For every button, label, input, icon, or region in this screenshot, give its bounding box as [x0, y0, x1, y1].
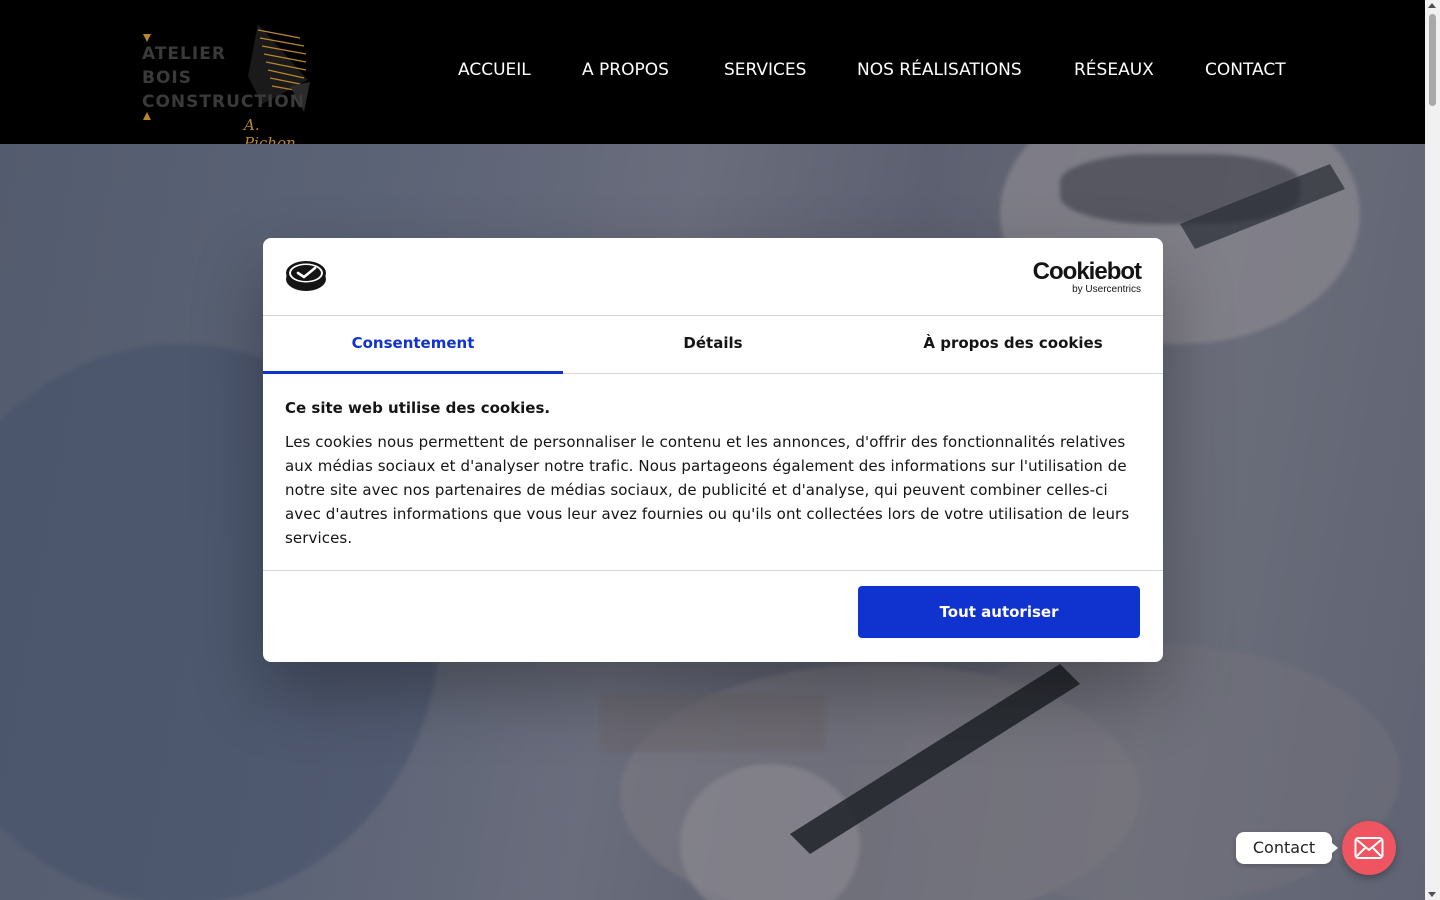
scroll-down-icon[interactable]: [1428, 892, 1436, 897]
contact-fab-label[interactable]: Contact: [1236, 832, 1338, 864]
dialog-body: Ce site web utilise des cookies. Les coo…: [285, 398, 1141, 550]
dialog-tabs: Consentement Détails À propos des cookie…: [263, 316, 1163, 374]
contact-fab-button[interactable]: [1342, 821, 1396, 875]
cookie-consent-dialog: Cookiebot by Usercentrics Consentement D…: [263, 238, 1163, 662]
scrollbar-thumb[interactable]: [1429, 14, 1436, 106]
scroll-up-icon[interactable]: [1428, 3, 1436, 8]
allow-all-button[interactable]: Tout autoriser: [858, 586, 1140, 638]
dialog-heading: Ce site web utilise des cookies.: [285, 399, 551, 417]
nav-reseaux[interactable]: RÉSEAUX: [1074, 60, 1154, 80]
nav-services[interactable]: SERVICES: [724, 60, 806, 80]
tab-a-propos-cookies[interactable]: À propos des cookies: [863, 316, 1163, 374]
nav-a-propos[interactable]: A PROPOS: [582, 60, 669, 80]
brand-subtitle: by Usercentrics: [1072, 284, 1141, 295]
main-nav: ACCUEIL A PROPOS SERVICES NOS RÉALISATIO…: [0, 60, 1425, 84]
page-scrollbar[interactable]: [1425, 0, 1440, 900]
brand-name: Cookiebot: [1032, 258, 1142, 285]
envelope-icon: [1354, 837, 1384, 859]
cookiebot-logo-icon: [286, 261, 326, 291]
tab-consentement[interactable]: Consentement: [263, 316, 563, 374]
cookiebot-brand[interactable]: Cookiebot by Usercentrics: [1032, 258, 1142, 295]
tab-details[interactable]: Détails: [563, 316, 863, 374]
dialog-description: Les cookies nous permettent de personnal…: [285, 433, 1130, 547]
nav-contact[interactable]: CONTACT: [1205, 60, 1286, 80]
dialog-header: Cookiebot by Usercentrics: [263, 238, 1163, 316]
site-header: ATELIER BOIS CONSTRUCTION A. Pichon ACCU…: [0, 0, 1425, 152]
nav-realisations[interactable]: NOS RÉALISATIONS: [857, 60, 1022, 80]
nav-accueil[interactable]: ACCUEIL: [458, 60, 531, 80]
dialog-footer: Tout autoriser: [263, 570, 1163, 662]
logo-text-construction: CONSTRUCTION: [142, 92, 305, 112]
